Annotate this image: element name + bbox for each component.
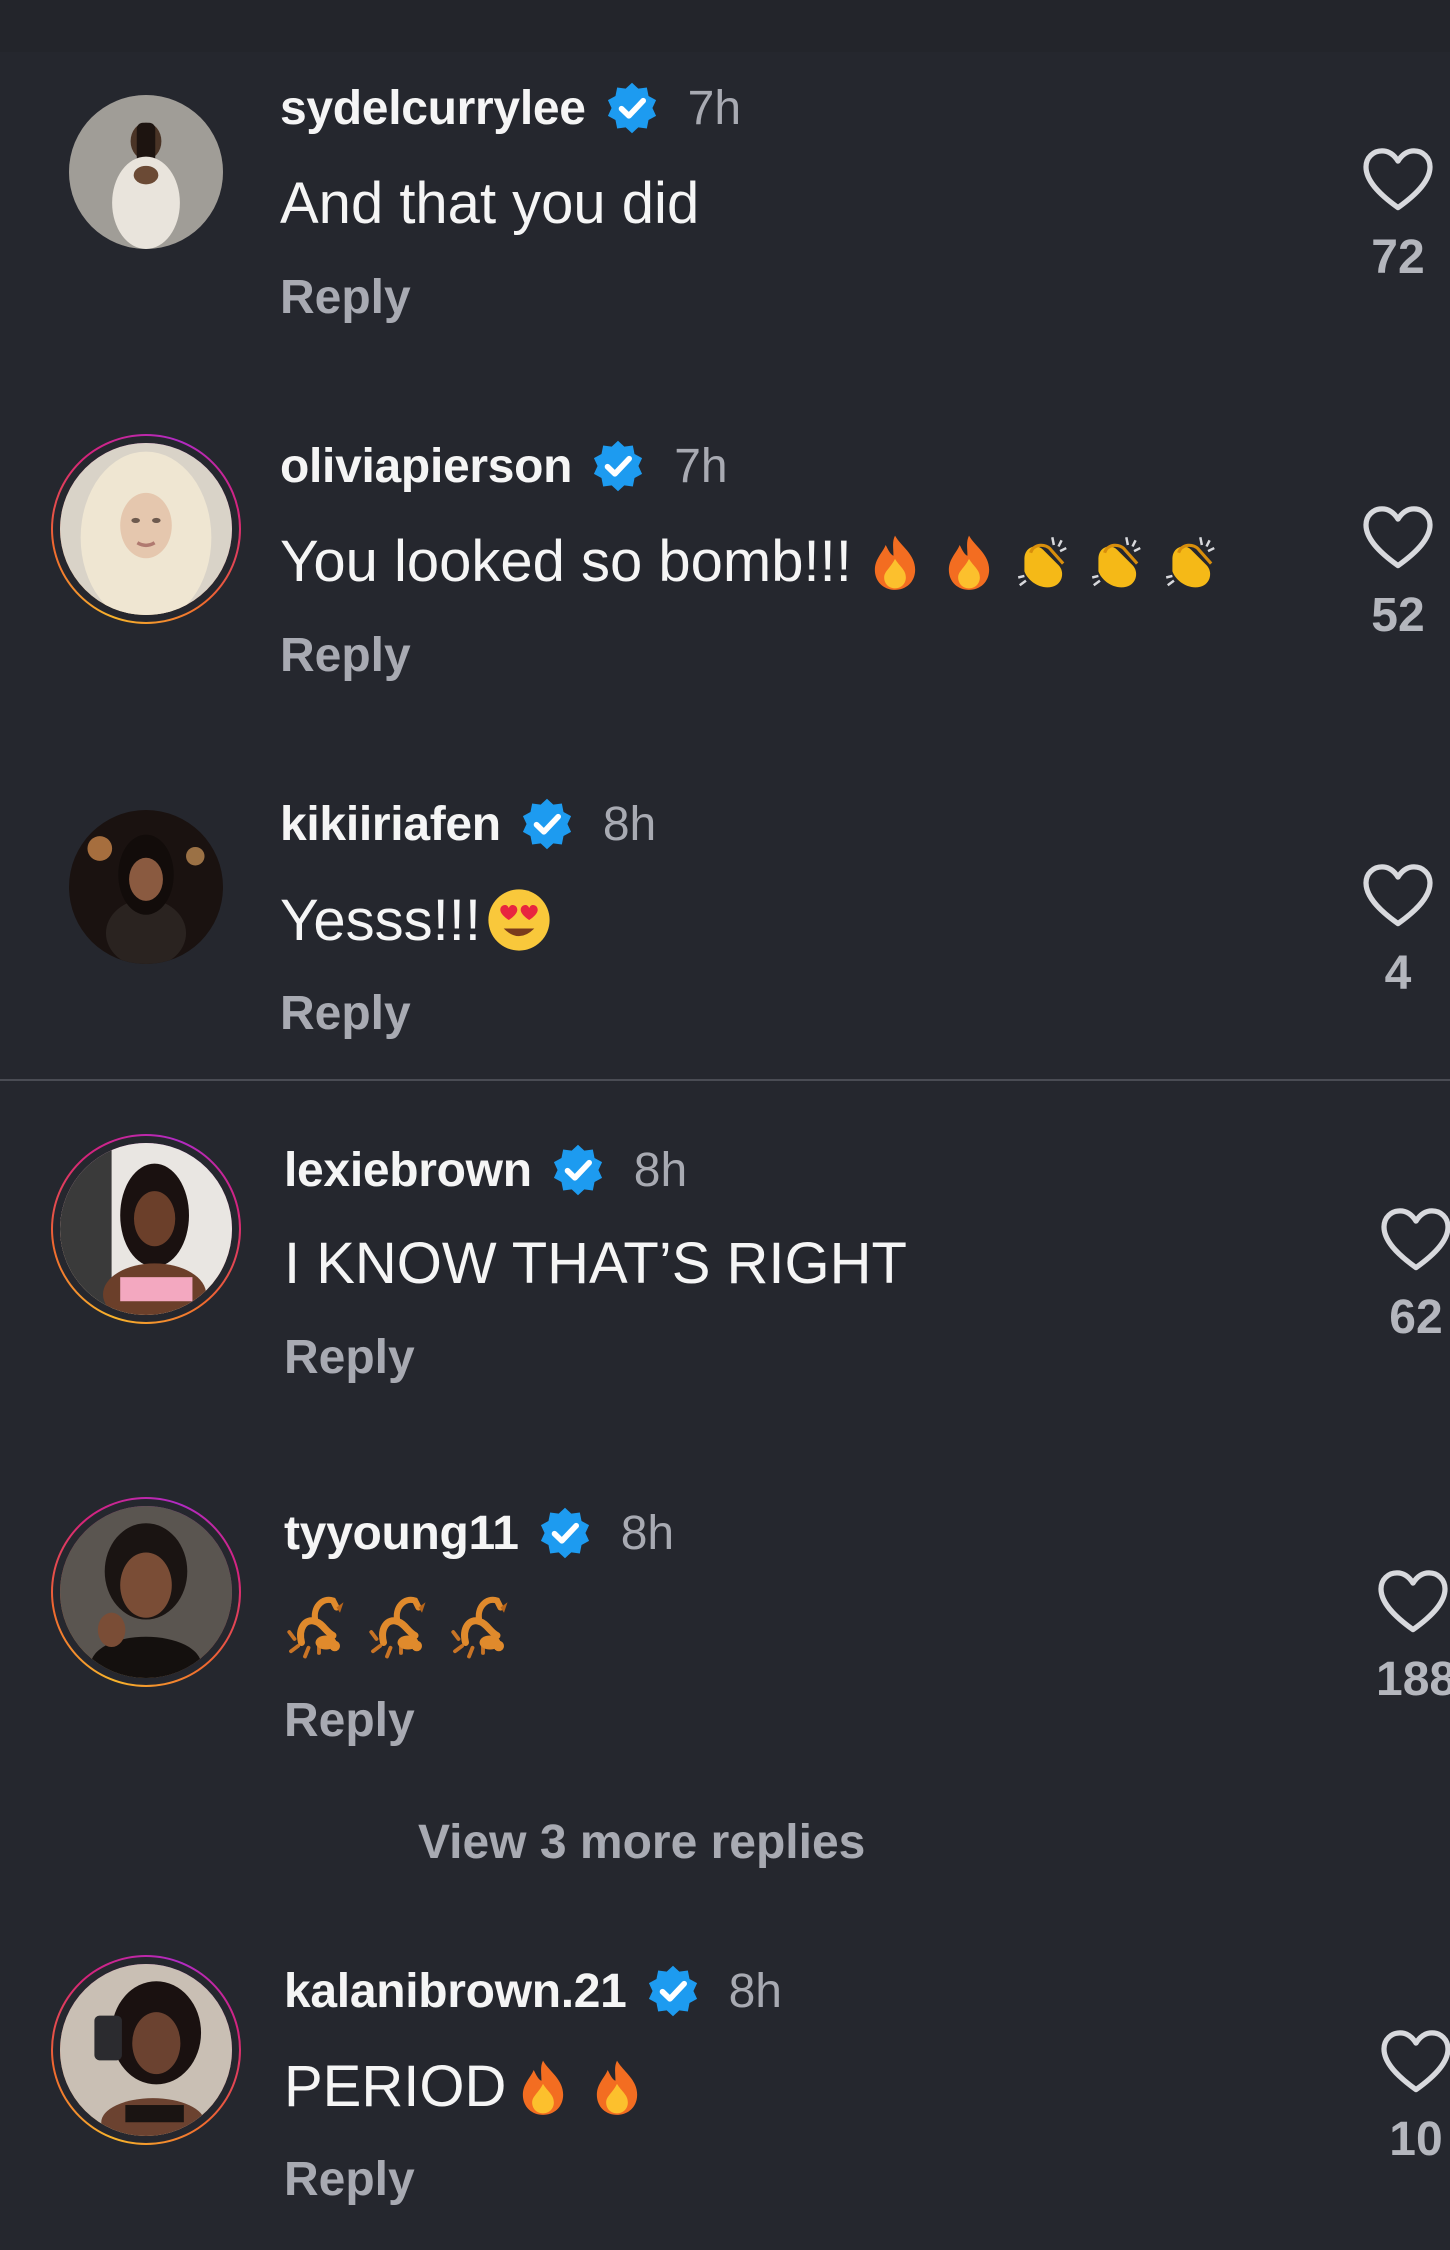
- comment-username[interactable]: tyyoung11: [284, 1506, 519, 1561]
- like-control: 4: [1358, 864, 1438, 1001]
- clapping-hands-emoji: [1160, 531, 1222, 593]
- verified-badge-icon: [590, 438, 646, 494]
- comment-text: I KNOW THAT’S RIGHT: [284, 1230, 907, 1297]
- verified-badge-icon: [550, 1142, 606, 1198]
- heart-icon[interactable]: [1363, 864, 1433, 928]
- like-count: 10: [1389, 2113, 1443, 2166]
- comment-timestamp: 8h: [620, 1506, 675, 1560]
- comment-text: You looked so bomb!!!: [280, 528, 1222, 595]
- like-control: 52: [1358, 506, 1438, 643]
- comment-username[interactable]: oliviapierson: [280, 439, 572, 494]
- clapping-hands-emoji: [1086, 531, 1148, 593]
- profile-photo: [60, 1964, 232, 2136]
- view-more-replies-button[interactable]: View 3 more replies: [418, 1815, 865, 1870]
- like-control: 10: [1376, 2030, 1450, 2167]
- comment-timestamp: 8h: [602, 797, 657, 851]
- verified-badge-icon: [537, 1505, 593, 1561]
- scorpion-emoji: [366, 1590, 436, 1660]
- comment-text: PERIOD: [284, 2053, 648, 2120]
- comment-text-content: PERIOD: [284, 2054, 507, 2119]
- avatar-image: [60, 1506, 232, 1678]
- heart-icon[interactable]: [1381, 1208, 1450, 1272]
- comment-text-content: Yesss!!!: [280, 887, 481, 953]
- clapping-hands-emoji: [1012, 531, 1074, 593]
- avatar-image: [69, 810, 223, 964]
- like-count: 52: [1371, 589, 1425, 642]
- section-divider: [0, 1079, 1450, 1081]
- scorpion-emoji: [284, 1590, 354, 1660]
- comment-text: [284, 1590, 518, 1660]
- heart-eyes-emoji: [485, 886, 553, 954]
- comment-timestamp: 8h: [728, 1964, 782, 2018]
- comment-item: kalanibrown.21 8h PERIOD Reply 10: [0, 0, 1450, 2206]
- comment-text: Yesss!!!: [280, 886, 553, 954]
- like-count: 188: [1376, 1653, 1450, 1706]
- like-count: 4: [1384, 947, 1412, 1000]
- profile-photo: [69, 810, 223, 964]
- reply-button[interactable]: Reply: [280, 986, 411, 1041]
- comment-username[interactable]: kalanibrown.21: [284, 1964, 627, 2019]
- profile-photo: [60, 1143, 232, 1315]
- avatar-story-ring[interactable]: [51, 1955, 241, 2145]
- verified-badge-icon: [519, 796, 575, 852]
- avatar-image: [60, 1143, 232, 1315]
- profile-photo: [60, 1506, 232, 1678]
- scorpion-emoji: [448, 1590, 518, 1660]
- avatar-story-ring[interactable]: [51, 1497, 241, 1687]
- like-control: 62: [1376, 1208, 1450, 1345]
- fire-emoji: [938, 531, 1000, 593]
- comment-timestamp: 7h: [674, 439, 728, 493]
- heart-icon[interactable]: [1381, 2030, 1450, 2094]
- fire-emoji: [586, 2056, 648, 2118]
- comment-text-content: You looked so bomb!!!: [280, 529, 852, 594]
- avatar-image: [60, 443, 232, 615]
- avatar[interactable]: [69, 810, 223, 964]
- avatar-story-ring[interactable]: [51, 434, 241, 624]
- comment-username[interactable]: kikiiriafen: [280, 797, 501, 852]
- like-control: 188: [1376, 1570, 1450, 1707]
- comment-timestamp: 8h: [633, 1143, 688, 1197]
- heart-icon[interactable]: [1363, 506, 1433, 570]
- heart-icon[interactable]: [1378, 1570, 1448, 1634]
- avatar-image: [60, 1964, 232, 2136]
- reply-button[interactable]: Reply: [284, 1330, 415, 1385]
- reply-button[interactable]: Reply: [284, 1693, 415, 1748]
- fire-emoji: [864, 531, 926, 593]
- comment-username[interactable]: lexiebrown: [284, 1143, 532, 1198]
- profile-photo: [60, 443, 232, 615]
- reply-button[interactable]: Reply: [284, 2152, 415, 2207]
- comment-text-content: I KNOW THAT’S RIGHT: [284, 1231, 907, 1296]
- verified-badge-icon: [645, 1963, 701, 2019]
- reply-button[interactable]: Reply: [280, 628, 411, 683]
- fire-emoji: [512, 2056, 574, 2118]
- like-count: 62: [1389, 1291, 1443, 1344]
- avatar-story-ring[interactable]: [51, 1134, 241, 1324]
